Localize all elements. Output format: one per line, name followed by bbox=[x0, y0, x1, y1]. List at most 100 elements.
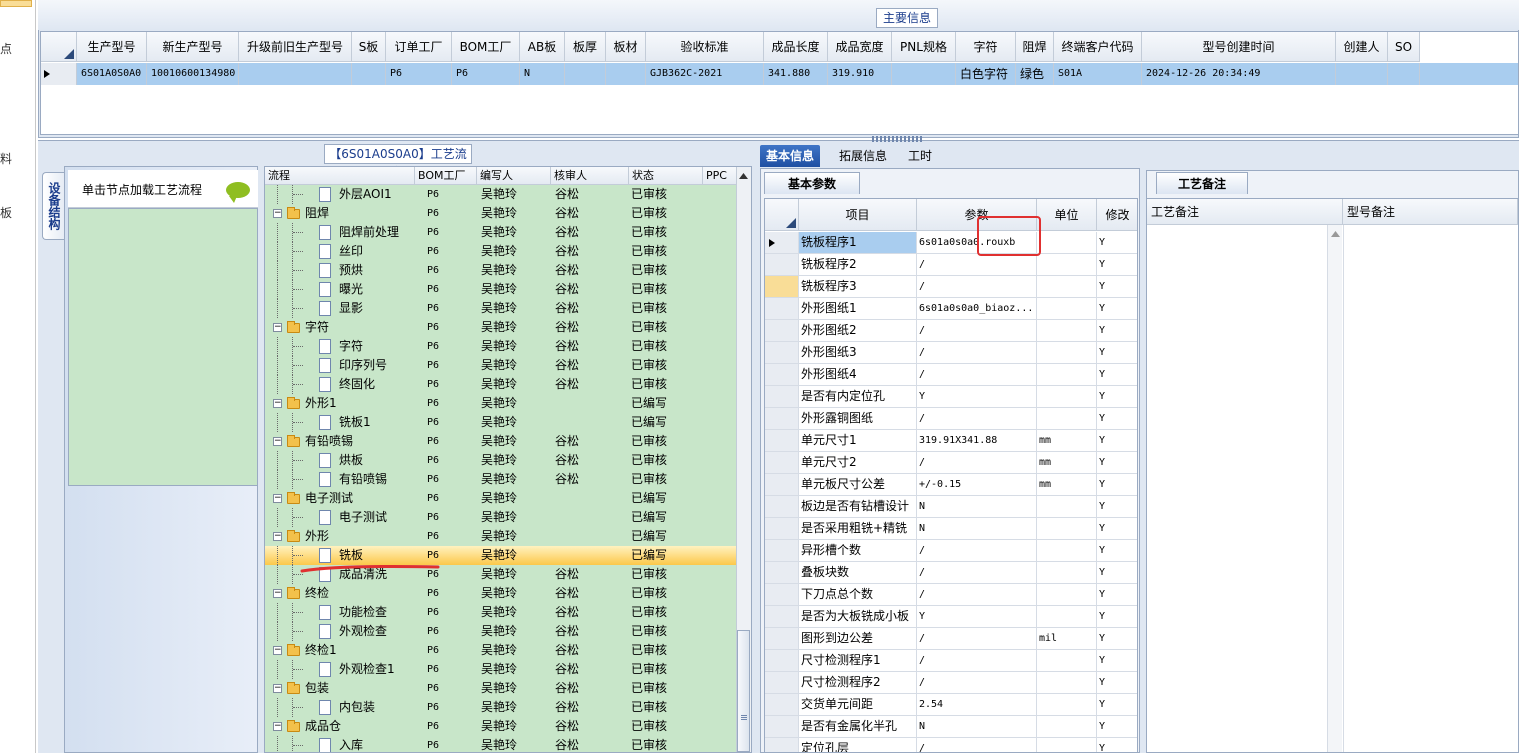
row-indicator[interactable] bbox=[765, 474, 799, 495]
tree-row[interactable]: − 包装 P6 吴艳玲 谷松 已审核 bbox=[265, 679, 737, 698]
param-value[interactable]: / bbox=[917, 276, 1037, 297]
tree-row[interactable]: 烘板 P6 吴艳玲 谷松 已审核 bbox=[265, 451, 737, 470]
collapse-icon[interactable]: − bbox=[273, 722, 282, 731]
row-indicator[interactable] bbox=[765, 694, 799, 715]
cell[interactable]: N bbox=[520, 63, 565, 85]
tree-row[interactable]: − 字符 P6 吴艳玲 谷松 已审核 bbox=[265, 318, 737, 337]
row-indicator[interactable] bbox=[765, 232, 799, 253]
param-value[interactable]: Y bbox=[917, 606, 1037, 627]
left-nav-fragment[interactable]: 点 bbox=[0, 40, 12, 57]
param-modify[interactable]: Y bbox=[1097, 540, 1137, 561]
col-header[interactable]: 阻焊 bbox=[1016, 32, 1054, 62]
tab-basic-params[interactable]: 基本参数 bbox=[764, 172, 860, 194]
tree-row[interactable]: − 有铅喷锡 P6 吴艳玲 谷松 已审核 bbox=[265, 432, 737, 451]
param-row[interactable]: 定位孔层 / Y bbox=[765, 738, 1137, 752]
param-row[interactable]: 铣板程序2/ Y bbox=[765, 254, 1137, 276]
col-header[interactable]: 板厚 bbox=[565, 32, 606, 62]
tree-col-header[interactable]: 编写人 bbox=[477, 167, 551, 185]
remarks-scrollbar[interactable] bbox=[1327, 225, 1342, 752]
param-value[interactable]: / bbox=[917, 408, 1037, 429]
param-value[interactable]: / bbox=[917, 540, 1037, 561]
tree-row[interactable]: 有铅喷锡 P6 吴艳玲 谷松 已审核 bbox=[265, 470, 737, 489]
left-nav-fragment[interactable]: 板 bbox=[0, 204, 12, 221]
param-modify[interactable]: Y bbox=[1097, 716, 1137, 737]
row-indicator[interactable] bbox=[765, 364, 799, 385]
cell[interactable] bbox=[1388, 63, 1420, 85]
tree-row[interactable]: 字符 P6 吴艳玲 谷松 已审核 bbox=[265, 337, 737, 356]
row-indicator[interactable] bbox=[765, 342, 799, 363]
row-indicator[interactable] bbox=[765, 254, 799, 275]
tab-basic-info[interactable]: 基本信息 bbox=[760, 145, 821, 167]
row-indicator[interactable] bbox=[765, 298, 799, 319]
param-modify[interactable]: Y bbox=[1097, 232, 1137, 253]
param-modify[interactable]: Y bbox=[1097, 298, 1137, 319]
tab-process-remarks[interactable]: 工艺备注 bbox=[1156, 172, 1248, 194]
col-header[interactable]: 成品宽度 bbox=[828, 32, 892, 62]
param-row[interactable]: 外形图纸2/ Y bbox=[765, 320, 1137, 342]
cell[interactable] bbox=[239, 63, 352, 85]
row-indicator[interactable] bbox=[765, 408, 799, 429]
param-row[interactable]: 单元尺寸1 319.91X341.88 mm Y bbox=[765, 430, 1137, 452]
param-row[interactable]: 铣板程序1 6s01a0s0a0.rouxb Y bbox=[765, 232, 1137, 254]
tree-row[interactable]: 外观检查1 P6 吴艳玲 谷松 已审核 bbox=[265, 660, 737, 679]
tree-col-header[interactable]: PPC bbox=[703, 167, 737, 185]
param-row[interactable]: 交货单元间距 2.54 Y bbox=[765, 694, 1137, 716]
param-modify[interactable]: Y bbox=[1097, 496, 1137, 517]
param-modify[interactable]: Y bbox=[1097, 606, 1137, 627]
cell[interactable]: P6 bbox=[452, 63, 520, 85]
tree-row[interactable]: 电子测试 P6 吴艳玲 已编写 bbox=[265, 508, 737, 527]
row-indicator[interactable] bbox=[765, 518, 799, 539]
param-modify[interactable]: Y bbox=[1097, 408, 1137, 429]
param-value[interactable]: / bbox=[917, 342, 1037, 363]
param-modify[interactable]: Y bbox=[1097, 430, 1137, 451]
param-row[interactable]: 是否有金属化半孔 N Y bbox=[765, 716, 1137, 738]
col-header[interactable]: BOM工厂 bbox=[452, 32, 520, 62]
param-row[interactable]: 铣板程序3/ Y bbox=[765, 276, 1137, 298]
col-header[interactable]: S板 bbox=[352, 32, 386, 62]
row-indicator[interactable] bbox=[765, 276, 799, 297]
param-value[interactable]: N bbox=[917, 496, 1037, 517]
left-nav-active-tab[interactable] bbox=[0, 0, 32, 7]
param-row[interactable]: 尺寸检测程序2/ Y bbox=[765, 672, 1137, 694]
left-nav-fragment[interactable]: 料 bbox=[0, 150, 12, 167]
cell[interactable]: 绿色 bbox=[1016, 63, 1054, 85]
param-modify[interactable]: Y bbox=[1097, 562, 1137, 583]
col-header[interactable]: 板材 bbox=[606, 32, 646, 62]
tree-row[interactable]: − 外形1 P6 吴艳玲 已编写 bbox=[265, 394, 737, 413]
col-header[interactable]: 升级前旧生产型号 bbox=[239, 32, 352, 62]
tree-row[interactable]: − 阻焊 P6 吴艳玲 谷松 已审核 bbox=[265, 204, 737, 223]
tree-row[interactable]: 终固化 P6 吴艳玲 谷松 已审核 bbox=[265, 375, 737, 394]
collapse-icon[interactable]: − bbox=[273, 399, 282, 408]
cell[interactable]: 白色字符 bbox=[956, 63, 1016, 85]
param-row[interactable]: 外形图纸4/ Y bbox=[765, 364, 1137, 386]
param-row[interactable]: 外形图纸3/ Y bbox=[765, 342, 1137, 364]
cell[interactable]: 10010600134980 bbox=[147, 63, 239, 85]
param-modify[interactable]: Y bbox=[1097, 364, 1137, 385]
param-modify[interactable]: Y bbox=[1097, 320, 1137, 341]
remarks-col-header[interactable]: 型号备注 bbox=[1343, 199, 1518, 225]
tree-row[interactable]: 外层AOI1 P6 吴艳玲 谷松 已审核 bbox=[265, 185, 737, 204]
tree-scrollbar-thumb[interactable] bbox=[737, 630, 750, 752]
row-indicator[interactable] bbox=[765, 562, 799, 583]
row-indicator[interactable] bbox=[41, 63, 77, 85]
cell[interactable]: 319.910 bbox=[828, 63, 892, 85]
row-indicator[interactable] bbox=[765, 628, 799, 649]
param-row[interactable]: 是否有内定位孔 Y Y bbox=[765, 386, 1137, 408]
param-row[interactable]: 板边是否有钻槽设计 N Y bbox=[765, 496, 1137, 518]
param-row[interactable]: 外形图纸1 6s01a0s0a0_biaoz... Y bbox=[765, 298, 1137, 320]
param-row[interactable]: 是否采用粗铣+精铣 N Y bbox=[765, 518, 1137, 540]
cell[interactable]: 341.880 bbox=[764, 63, 828, 85]
param-value[interactable]: / bbox=[917, 452, 1037, 473]
row-indicator[interactable] bbox=[765, 540, 799, 561]
tree-row[interactable]: 预烘 P6 吴艳玲 谷松 已审核 bbox=[265, 261, 737, 280]
param-value[interactable]: / bbox=[917, 584, 1037, 605]
param-modify[interactable]: Y bbox=[1097, 694, 1137, 715]
param-row[interactable]: 尺寸检测程序1/ Y bbox=[765, 650, 1137, 672]
col-header[interactable]: 创建人 bbox=[1336, 32, 1388, 62]
param-value[interactable]: 6s01a0s0a0_biaoz... bbox=[917, 298, 1037, 319]
cell[interactable]: P6 bbox=[386, 63, 452, 85]
param-modify[interactable]: Y bbox=[1097, 342, 1137, 363]
param-modify[interactable]: Y bbox=[1097, 738, 1137, 752]
row-indicator[interactable] bbox=[765, 386, 799, 407]
param-row[interactable]: 单元板尺寸公差 +/-0.15 mm Y bbox=[765, 474, 1137, 496]
